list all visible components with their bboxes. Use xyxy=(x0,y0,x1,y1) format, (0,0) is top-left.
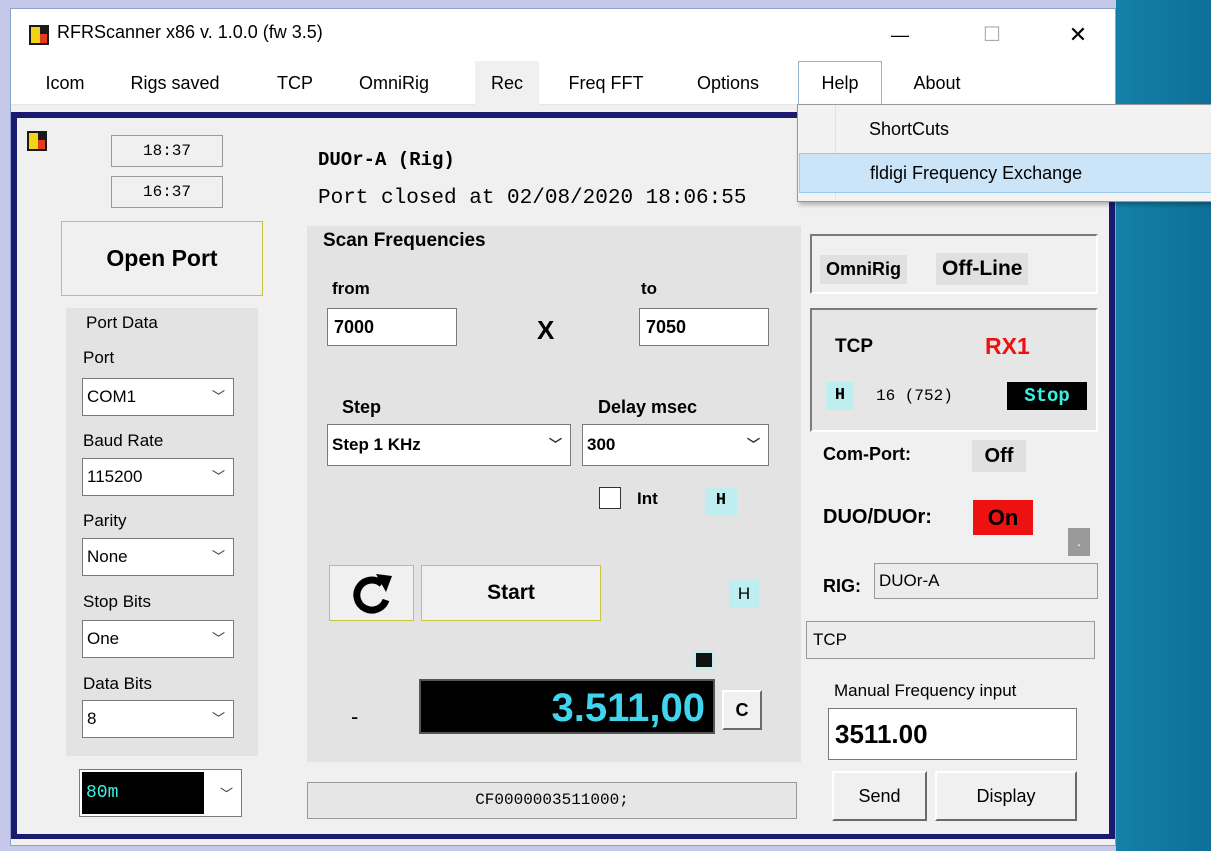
frequency-display: 3.511,00 xyxy=(419,679,715,734)
step-label: Step xyxy=(342,397,382,417)
menu-item-shortcuts[interactable]: ShortCuts xyxy=(798,109,1211,149)
status-square-icon xyxy=(694,651,714,669)
duo-label: DUO/DUOr: xyxy=(823,506,932,528)
stop-bits-value: One xyxy=(87,629,120,648)
start-button[interactable]: Start xyxy=(421,565,601,621)
send-button[interactable]: Send xyxy=(832,771,927,821)
parity-value: None xyxy=(87,547,128,566)
small-gray-button[interactable]: . xyxy=(1068,528,1090,556)
port-status: Port closed at 02/08/2020 18:06:55 xyxy=(318,187,747,210)
app-logo-icon xyxy=(29,25,49,45)
chevron-down-icon: ﹀ xyxy=(211,631,225,646)
chevron-down-icon: ﹀ xyxy=(211,549,225,564)
menu-about[interactable]: About xyxy=(895,61,979,105)
cat-command-field: CF0000003511000; xyxy=(307,782,797,819)
port-value: COM1 xyxy=(87,387,137,406)
baud-rate-label: Baud Rate xyxy=(83,431,164,450)
menu-rigs-saved[interactable]: Rigs saved xyxy=(115,61,235,105)
data-bits-label: Data Bits xyxy=(83,674,152,693)
tcp-counter: 16 (752) xyxy=(876,387,953,405)
h-indicator-int[interactable]: H xyxy=(705,487,737,515)
menu-rec[interactable]: Rec xyxy=(475,61,539,105)
dash-label: - xyxy=(351,704,359,729)
display-button[interactable]: Display xyxy=(935,771,1077,821)
chevron-down-icon: ﹀ xyxy=(548,437,562,452)
tcp-label: TCP xyxy=(835,336,873,357)
step-select[interactable]: Step 1 KHz ﹀ xyxy=(327,424,571,466)
menu-omnirig[interactable]: OmniRig xyxy=(351,61,437,105)
from-input[interactable]: 7000 xyxy=(327,308,457,346)
delay-select[interactable]: 300 ﹀ xyxy=(582,424,769,466)
c-button[interactable]: C xyxy=(722,690,762,730)
scan-frequencies-title: Scan Frequencies xyxy=(323,230,486,251)
menu-bar: Icom Rigs saved TCP OmniRig Rec Freq FFT… xyxy=(11,61,1115,105)
refresh-button[interactable] xyxy=(329,565,414,621)
menu-icom[interactable]: Icom xyxy=(31,61,99,105)
to-label: to xyxy=(641,279,658,298)
menu-tcp[interactable]: TCP xyxy=(271,61,319,105)
delay-value: 300 xyxy=(587,435,616,454)
maximize-button[interactable]: ☐ xyxy=(969,17,1015,53)
minimize-button[interactable]: — xyxy=(877,17,923,53)
help-dropdown-menu: ShortCuts fldigi Frequency Exchange xyxy=(797,104,1211,202)
title-bar: RFRScanner x86 v. 1.0.0 (fw 3.5) — ☐ ✕ xyxy=(11,9,1115,61)
to-input[interactable]: 7050 xyxy=(639,308,769,346)
rig-field: DUOr-A xyxy=(874,563,1098,599)
rig-name: DUOr-A (Rig) xyxy=(318,149,455,171)
band-value: 80m xyxy=(82,772,204,814)
refresh-icon xyxy=(353,574,392,614)
close-button[interactable]: ✕ xyxy=(1055,17,1101,53)
omnirig-status: Off-Line xyxy=(936,253,1029,285)
omnirig-label: OmniRig xyxy=(820,255,907,284)
manual-frequency-label: Manual Frequency input xyxy=(834,681,1017,700)
com-port-label: Com-Port: xyxy=(823,444,911,464)
baud-rate-select[interactable]: 115200 ﹀ xyxy=(82,458,234,496)
stop-bits-select[interactable]: One ﹀ xyxy=(82,620,234,658)
window-title: RFRScanner x86 v. 1.0.0 (fw 3.5) xyxy=(57,22,323,42)
menu-freq-fft[interactable]: Freq FFT xyxy=(557,61,655,105)
clock-local: 18:37 xyxy=(111,135,223,167)
rx-label: RX1 xyxy=(985,333,1030,359)
port-label: Port xyxy=(83,348,115,367)
chevron-down-icon: ﹀ xyxy=(211,469,225,484)
h-indicator-start[interactable]: H xyxy=(729,580,759,608)
port-select[interactable]: COM1 ﹀ xyxy=(82,378,234,416)
chevron-down-icon: ﹀ xyxy=(211,711,225,726)
menu-help[interactable]: Help xyxy=(798,61,882,105)
tcp-field: TCP xyxy=(806,621,1095,659)
open-port-button[interactable]: Open Port xyxy=(61,221,263,296)
chevron-down-icon: ﹀ xyxy=(219,786,233,802)
parity-select[interactable]: None ﹀ xyxy=(82,538,234,576)
data-bits-select[interactable]: 8 ﹀ xyxy=(82,700,234,738)
baud-rate-value: 115200 xyxy=(87,467,143,486)
menu-options[interactable]: Options xyxy=(683,61,773,105)
x-label: X xyxy=(537,315,555,345)
manual-frequency-input[interactable]: 3511.00 xyxy=(828,708,1077,760)
data-bits-value: 8 xyxy=(87,709,97,728)
stop-bits-label: Stop Bits xyxy=(83,592,152,611)
chevron-down-icon: ﹀ xyxy=(746,437,760,452)
panel-logo-icon xyxy=(27,131,47,151)
clock-utc: 16:37 xyxy=(111,176,223,208)
step-value: Step 1 KHz xyxy=(332,435,421,454)
rig-label: RIG: xyxy=(823,576,861,596)
from-label: from xyxy=(332,279,370,298)
parity-label: Parity xyxy=(83,511,127,530)
chevron-down-icon: ﹀ xyxy=(211,389,225,404)
int-checkbox[interactable] xyxy=(599,487,621,509)
tcp-stop-button[interactable]: Stop xyxy=(1007,382,1087,410)
port-data-title: Port Data xyxy=(86,313,158,332)
int-label: Int xyxy=(637,489,658,508)
menu-item-fldigi-frequency-exchange[interactable]: fldigi Frequency Exchange xyxy=(799,153,1211,193)
duo-status: On xyxy=(973,500,1033,535)
com-port-status: Off xyxy=(972,440,1026,472)
band-select[interactable]: 80m ﹀ xyxy=(79,769,242,817)
tcp-panel xyxy=(810,308,1098,432)
h-badge[interactable]: H xyxy=(826,382,854,410)
delay-label: Delay msec xyxy=(598,397,698,417)
